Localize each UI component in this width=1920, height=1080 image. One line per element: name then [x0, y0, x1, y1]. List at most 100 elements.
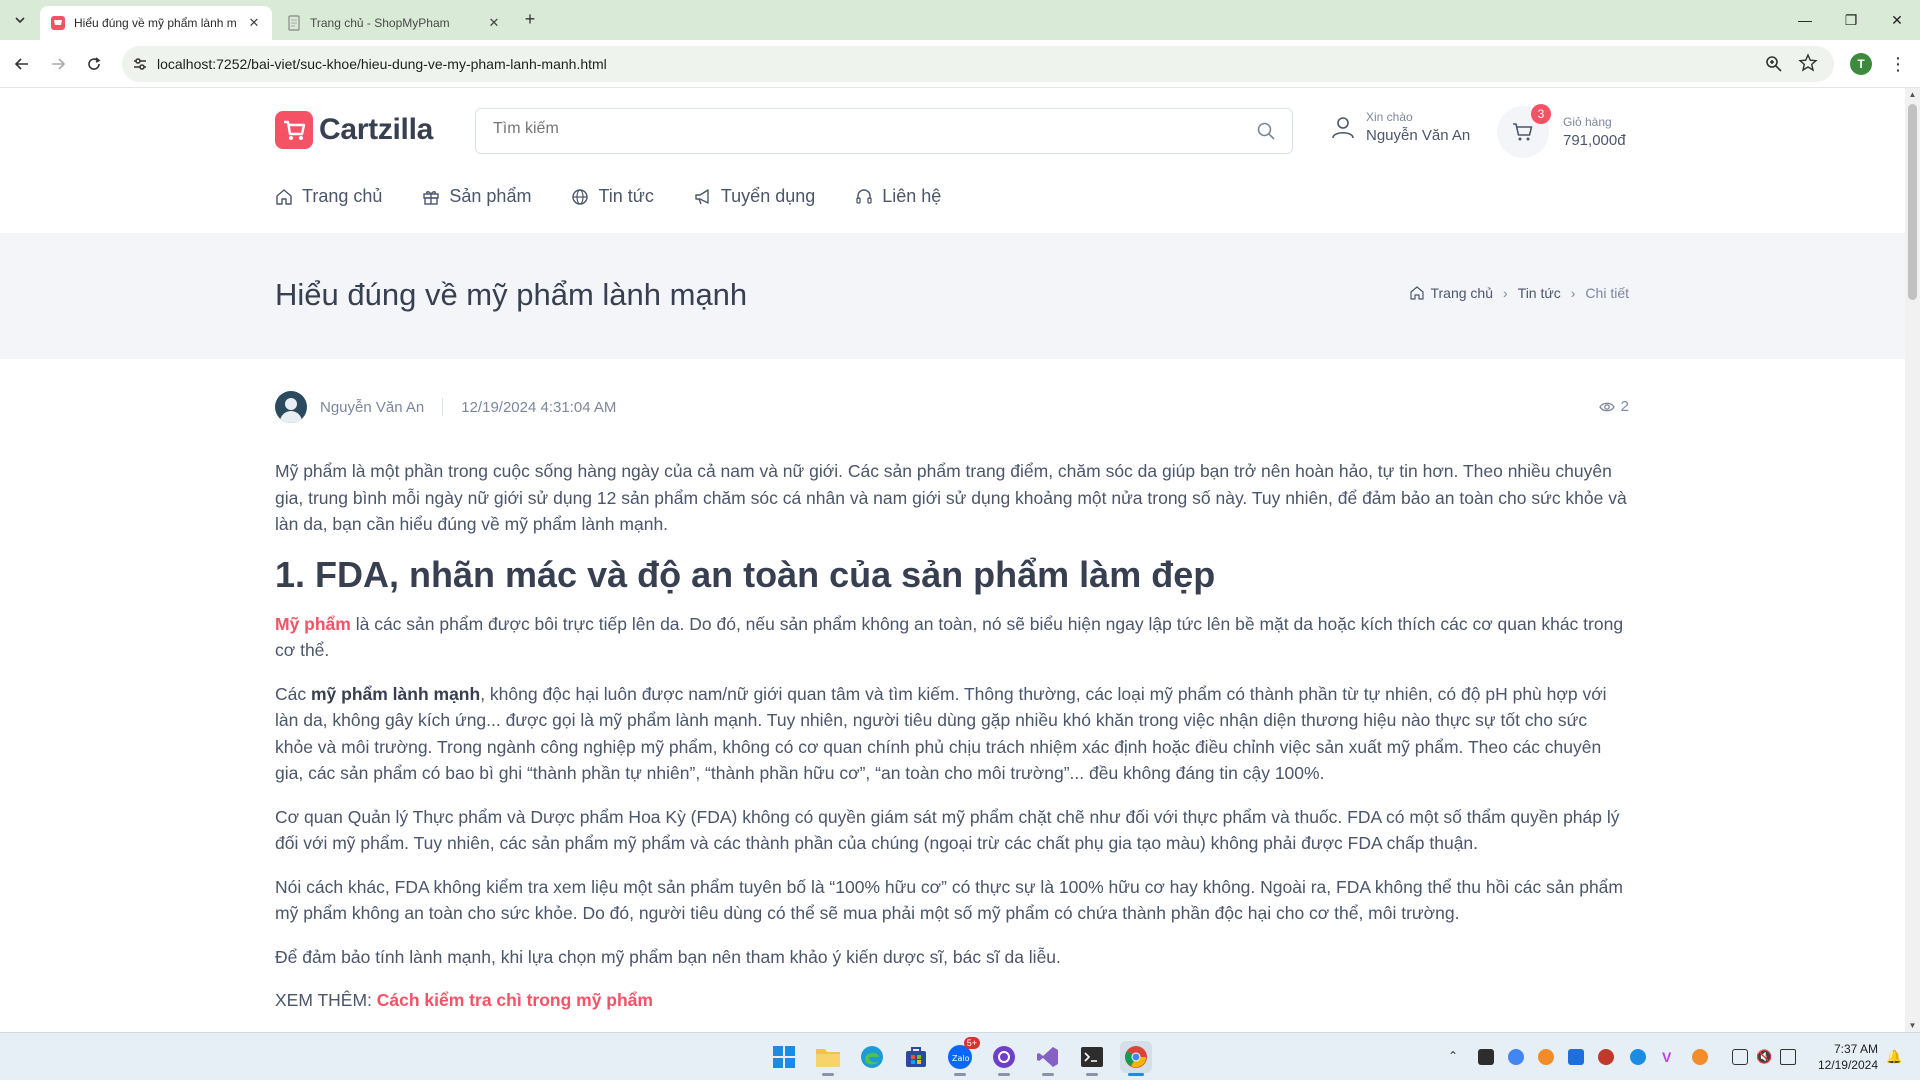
bookmark-star-icon[interactable] [1798, 53, 1818, 73]
cart-button[interactable]: 3 Giỏ hàng 791,000đ [1497, 104, 1626, 158]
file-explorer-button[interactable] [812, 1041, 844, 1076]
chrome-icon [1125, 1046, 1147, 1068]
breadcrumb-label: Trang chủ [1430, 285, 1493, 301]
reload-button[interactable] [82, 52, 106, 76]
nav-item-home[interactable]: Trang chủ [275, 186, 382, 207]
nav-item-contact[interactable]: Liên hệ [855, 186, 941, 207]
meta-divider [442, 398, 444, 416]
page-title-band: Hiểu đúng về mỹ phẩm lành mạnh Trang chủ… [0, 233, 1905, 359]
reload-icon [88, 57, 101, 70]
nav-item-careers[interactable]: Tuyển dụng [694, 186, 815, 207]
nav-item-label: Liên hệ [882, 186, 942, 206]
site-logo[interactable]: Cartzilla [275, 111, 433, 149]
chevron-right-icon: › [1570, 285, 1576, 301]
breadcrumb-current: Chi tiết [1585, 285, 1629, 301]
page-title: Hiểu đúng về mỹ phẩm lành mạnh [275, 277, 748, 312]
article-paragraph: Mỹ phẩm là các sản phẩm được bôi trực ti… [275, 611, 1629, 664]
cart-icon-wrapper: 3 [1497, 104, 1551, 158]
windows-logo-icon [773, 1046, 795, 1068]
article-paragraph: Cơ quan Quản lý Thực phẩm và Dược phẩm H… [275, 806, 1620, 854]
breadcrumb-news[interactable]: Tin tức [1518, 285, 1561, 301]
nav-item-products[interactable]: Sản phẩm [422, 186, 531, 207]
browser-toolbar: localhost:7252/bai-viet/suc-khoe/hieu-du… [0, 40, 1920, 88]
url-text: localhost:7252/bai-viet/suc-khoe/hieu-du… [157, 56, 607, 72]
volume-muted-icon[interactable]: 🔇 [1756, 1049, 1772, 1065]
breadcrumb-home[interactable]: Trang chủ [1410, 285, 1493, 301]
article-body: Mỹ phẩm là một phần trong cuộc sống hàng… [275, 458, 1629, 1031]
browser-menu-icon[interactable]: ⋮ [1888, 52, 1908, 76]
arrow-left-icon [14, 58, 28, 70]
address-bar[interactable]: localhost:7252/bai-viet/suc-khoe/hieu-du… [122, 46, 1834, 82]
close-tab-icon[interactable]: ✕ [246, 15, 262, 31]
search-input[interactable] [493, 120, 1233, 138]
clock-date: 12/19/2024 [1817, 1058, 1878, 1072]
network-icon[interactable] [1732, 1049, 1748, 1065]
search-tray-icon[interactable] [1538, 1049, 1554, 1065]
main-navigation: Trang chủ Sản phẩm Tin tức Tuyển dụng Li… [275, 186, 981, 207]
scroll-down-arrow-icon[interactable]: ▼ [1908, 1021, 1917, 1030]
paragraph-text: là các sản phẩm được bôi trực tiếp lên d… [275, 613, 1624, 661]
restore-button[interactable]: ❐ [1828, 0, 1874, 40]
nav-item-news[interactable]: Tin tức [571, 186, 654, 207]
system-clock[interactable]: 7:37 AM 12/19/2024 [1808, 1041, 1878, 1073]
edge-button[interactable] [856, 1041, 888, 1073]
close-tab-icon[interactable]: ✕ [486, 15, 502, 31]
tab-search-button[interactable] [8, 8, 32, 32]
article-paragraph: Các mỹ phẩm lành mạnh, không độc hại luô… [275, 681, 1629, 787]
account-menu[interactable]: Xin chào Nguyễn Văn An [1330, 110, 1470, 144]
back-button[interactable] [10, 52, 34, 76]
nav-item-label: Trang chủ [302, 186, 383, 206]
scroll-up-arrow-icon[interactable]: ▲ [1908, 90, 1917, 99]
chevron-up-icon[interactable]: ⌃ [1448, 1049, 1464, 1065]
cosmetics-link[interactable]: Mỹ phẩm [275, 614, 351, 634]
cart-total: 791,000đ [1563, 132, 1626, 149]
battery-icon[interactable] [1780, 1049, 1796, 1065]
page-favicon-icon [288, 15, 300, 31]
terminal-icon [1081, 1047, 1103, 1067]
zoom-icon[interactable] [1764, 54, 1784, 74]
close-window-button[interactable]: ✕ [1874, 0, 1920, 40]
home-icon [276, 188, 292, 205]
store-button[interactable] [900, 1041, 932, 1073]
terminal-button[interactable] [1076, 1041, 1108, 1076]
page-scrollbar[interactable]: ▲ ▼ [1905, 88, 1920, 1032]
nav-item-label: Tin tức [598, 186, 654, 206]
tab-article[interactable]: Hiểu đúng về mỹ phẩm lành m ✕ [40, 6, 272, 40]
see-more-link[interactable]: Cách kiểm tra chì trong mỹ phẩm [377, 990, 653, 1010]
forward-button[interactable] [46, 52, 70, 76]
post-author[interactable]: Nguyễn Văn An [320, 399, 424, 416]
zalo-notification-badge: 5+ [963, 1037, 980, 1049]
views-count: 2 [1620, 398, 1629, 415]
notification-bell-icon[interactable]: 🔔 [1886, 1049, 1902, 1065]
new-tab-button[interactable]: + [520, 10, 540, 30]
vpn-tray-icon[interactable]: V [1662, 1049, 1678, 1065]
github-desktop-button[interactable] [988, 1041, 1020, 1076]
visual-studio-button[interactable] [1032, 1041, 1064, 1076]
zalo-button[interactable]: Zalo 5+ [944, 1037, 980, 1076]
cartzilla-favicon-icon [51, 16, 65, 30]
tab-title: Hiểu đúng về mỹ phẩm lành m [74, 16, 237, 30]
start-button[interactable] [768, 1041, 800, 1073]
eye-icon [1598, 402, 1615, 411]
site-info-icon[interactable] [130, 54, 150, 74]
tab-home[interactable]: Trang chủ - ShopMyPham ✕ [276, 6, 512, 40]
profile-avatar-button[interactable]: T [1850, 53, 1872, 75]
search-icon[interactable] [1256, 121, 1276, 141]
network-app-tray-icon[interactable] [1598, 1049, 1614, 1065]
cloud-tray-icon[interactable] [1692, 1049, 1708, 1065]
see-more-label: XEM THÊM: [275, 990, 377, 1010]
author-avatar[interactable] [275, 391, 307, 423]
github-desktop-icon [993, 1046, 1015, 1068]
minimize-button[interactable]: — [1782, 0, 1828, 40]
onedrive-tray-icon[interactable] [1630, 1049, 1646, 1065]
scrollbar-thumb[interactable] [1908, 104, 1917, 300]
chevron-down-icon [15, 17, 25, 24]
search-box[interactable] [475, 108, 1293, 154]
chrome-button[interactable] [1120, 1041, 1152, 1076]
home-icon [1410, 286, 1425, 300]
browser-tab-bar: Hiểu đúng về mỹ phẩm lành m ✕ Trang chủ … [0, 0, 1920, 40]
nvidia-tray-icon[interactable] [1478, 1049, 1494, 1065]
chrome-tray-icon[interactable] [1508, 1049, 1524, 1065]
app-tray-icon[interactable] [1568, 1049, 1584, 1065]
cart-label: Giỏ hàng [1563, 115, 1612, 129]
